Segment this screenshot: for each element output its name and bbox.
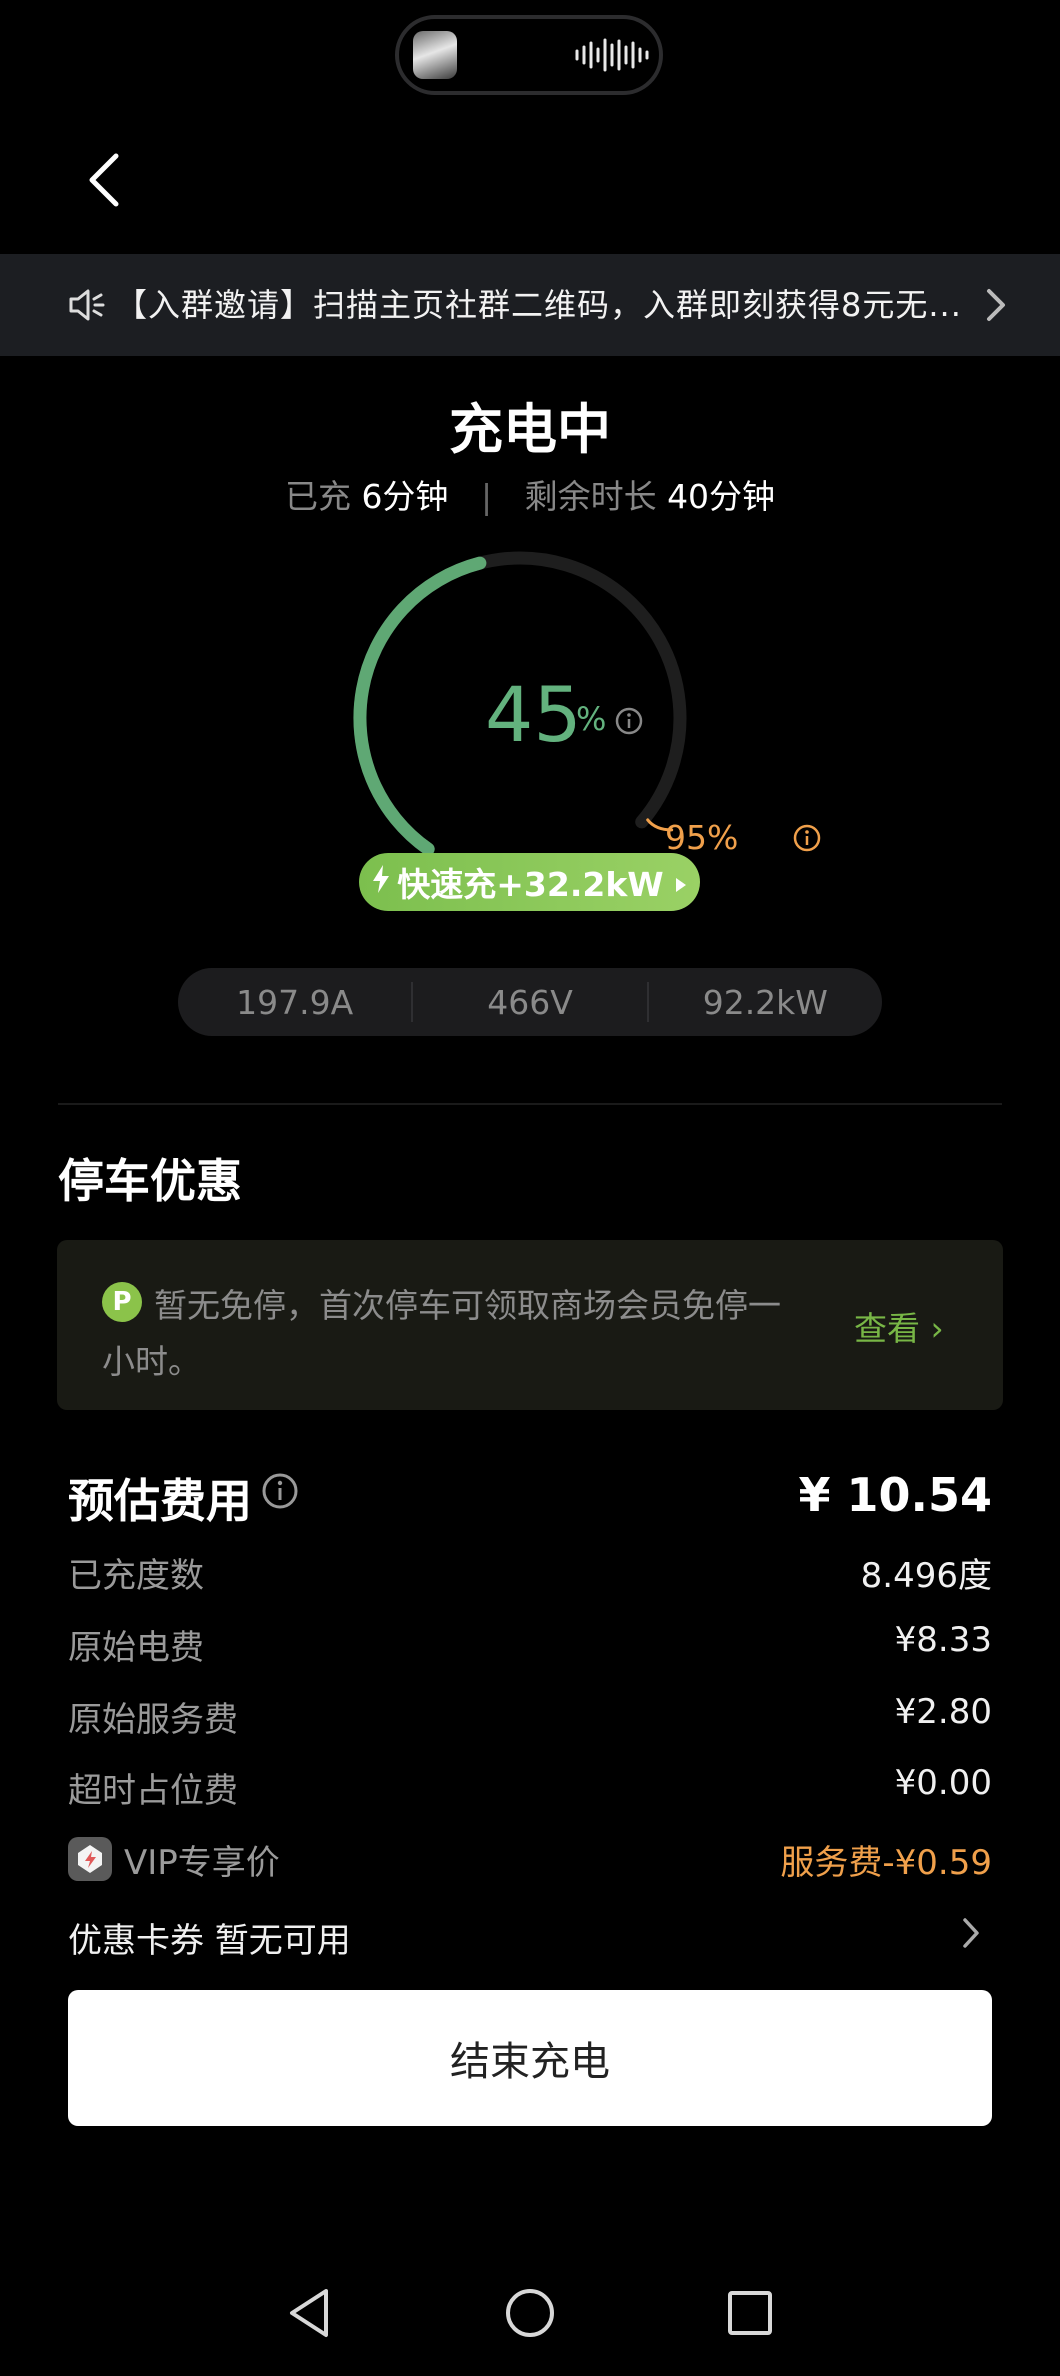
fast-charge-label: 快速充+32.2kW (397, 865, 664, 904)
end-charging-button[interactable]: 结束充电 (68, 1990, 992, 2126)
vip-price-label: VIP专享价 (124, 1843, 280, 1883)
voltage-value: 466V (487, 982, 573, 1022)
notice-text: 【入群邀请】扫描主页社群二维码，入群即刻获得8元无... (115, 286, 962, 324)
electricity-fee-label: 原始电费 (68, 1628, 204, 1668)
play-icon (674, 863, 688, 902)
current-value: 197.9A (236, 982, 354, 1022)
charging-metrics: 197.9A 466V 92.2kW (178, 968, 882, 1036)
lightning-icon (371, 863, 391, 902)
charged-label: 已充 (284, 477, 351, 516)
fee-heading: 预估费用 (68, 1474, 252, 1528)
notice-bar[interactable]: 【入群邀请】扫描主页社群二维码，入群即刻获得8元无... (0, 254, 1060, 356)
remaining-label: 剩余时长 (524, 477, 657, 516)
coupon-row[interactable]: 优惠卡券 暂无可用 (68, 1913, 351, 1962)
nav-home-icon[interactable] (502, 2285, 558, 2341)
parking-icon: P (102, 1282, 142, 1322)
parking-view-link[interactable]: 查看 › (854, 1302, 944, 1350)
target-percent: 95% (665, 818, 739, 857)
kwh-value: 8.496度 (860, 1556, 992, 1596)
speaker-icon (69, 289, 105, 321)
divider: | (480, 477, 493, 516)
overtime-fee-label: 超时占位费 (68, 1771, 238, 1811)
vip-discount-value: 服务费-¥0.59 (780, 1843, 992, 1883)
battery-percent: 45 (485, 670, 582, 759)
parking-heading: 停车优惠 (58, 1154, 242, 1208)
battery-percent-unit: % (576, 700, 607, 738)
vip-icon (68, 1837, 112, 1881)
charging-status-title: 充电中 (449, 398, 611, 461)
gauge-progress (353, 556, 487, 856)
chevron-right-icon[interactable] (961, 1916, 981, 1950)
parking-message: 暂无免停，首次停车可领取商场会员免停一小时。 (102, 1286, 781, 1381)
service-fee-value: ¥2.80 (894, 1692, 992, 1732)
fee-info-icon[interactable] (261, 1472, 299, 1510)
target-info-icon[interactable] (792, 823, 822, 853)
chevron-right-icon (987, 289, 1005, 321)
album-art (413, 31, 457, 79)
kwh-label: 已充度数 (68, 1556, 204, 1596)
back-icon[interactable] (80, 150, 130, 210)
charged-value: 6分钟 (361, 477, 449, 516)
media-pill[interactable] (395, 15, 663, 95)
fee-total: ¥ 10.54 (798, 1468, 992, 1522)
fast-charge-badge[interactable]: 快速充+32.2kW (359, 853, 700, 911)
electricity-fee-value: ¥8.33 (894, 1620, 992, 1660)
overtime-fee-value: ¥0.00 (894, 1763, 992, 1803)
nav-back-icon[interactable] (282, 2285, 338, 2341)
section-divider (58, 1103, 1002, 1105)
info-icon[interactable] (614, 706, 644, 736)
nav-recents-icon[interactable] (722, 2285, 778, 2341)
audio-wave-icon (575, 38, 649, 72)
remaining-value: 40分钟 (667, 477, 776, 516)
power-value: 92.2kW (702, 982, 828, 1022)
service-fee-label: 原始服务费 (68, 1700, 238, 1740)
charging-time-line: 已充 6分钟 | 剩余时长 40分钟 (0, 470, 1060, 518)
